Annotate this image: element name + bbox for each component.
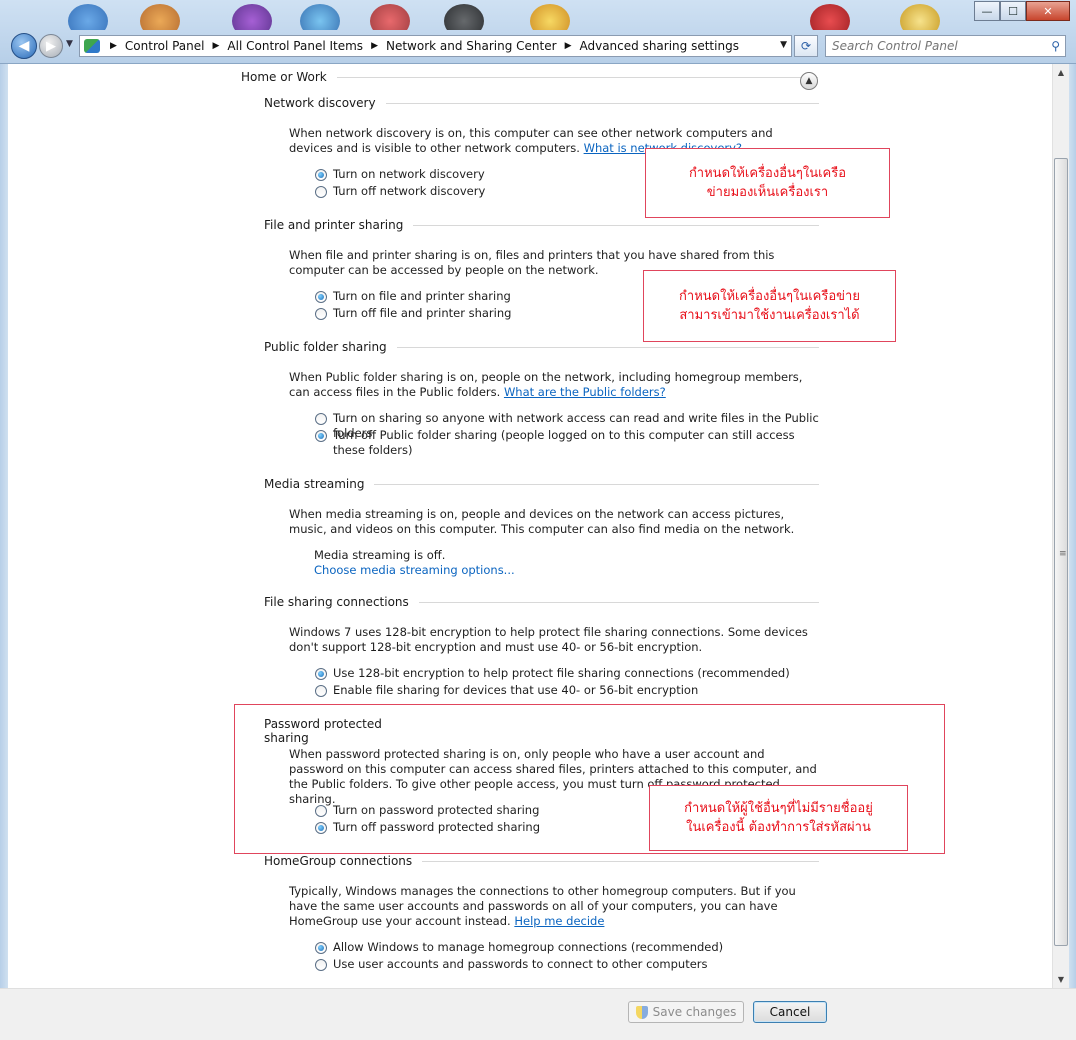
divider xyxy=(374,483,819,485)
divider xyxy=(396,346,819,348)
radio-selected-icon[interactable] xyxy=(315,169,327,181)
window-frame-left xyxy=(0,64,8,988)
section-file-sharing-connections: File sharing connections xyxy=(264,595,819,609)
section-description: Typically, Windows manages the connectio… xyxy=(289,884,796,928)
annotation-file-sharing: กำหนดให้เครื่องอื่นๆในเครือข่าย สามารเข้… xyxy=(643,270,896,342)
navigation-bar: ◀ ▶ ▼ ▶ Control Panel ▶ All Control Pane… xyxy=(0,31,1076,61)
divider xyxy=(418,601,819,603)
search-input[interactable] xyxy=(832,36,1042,56)
divider xyxy=(413,224,819,226)
recent-pages-icon[interactable]: ▼ xyxy=(66,39,73,49)
vertical-scrollbar[interactable]: ▲ ≡ ▼ xyxy=(1052,64,1069,988)
breadcrumb: ▶ Control Panel ▶ All Control Panel Item… xyxy=(106,39,739,54)
breadcrumb-network-center[interactable]: Network and Sharing Center xyxy=(386,39,557,54)
divider xyxy=(422,860,819,862)
section-description: Windows 7 uses 128-bit encryption to hel… xyxy=(289,625,808,654)
radio-selected-icon[interactable] xyxy=(315,291,327,303)
section-title: Media streaming xyxy=(264,477,365,491)
radio-windows-manage-homegroup[interactable]: Allow Windows to manage homegroup connec… xyxy=(314,940,824,955)
annotation-password-sharing: กำหนดให้ผู้ใช้อื่นๆที่ไม่มีรายชื่ออยู่ ใ… xyxy=(649,785,908,851)
breadcrumb-separator-icon[interactable]: ▶ xyxy=(110,39,117,54)
window-frame-right xyxy=(1069,64,1076,988)
breadcrumb-advanced-sharing[interactable]: Advanced sharing settings xyxy=(579,39,738,54)
breadcrumb-separator-icon[interactable]: ▶ xyxy=(371,39,378,54)
section-public-folder-sharing: Public folder sharing xyxy=(264,340,819,354)
section-title: Public folder sharing xyxy=(264,340,387,354)
radio-public-sharing-off[interactable]: Turn off Public folder sharing (people l… xyxy=(314,428,814,458)
section-media-streaming: Media streaming xyxy=(264,477,819,491)
radio-40-56bit-encryption[interactable]: Enable file sharing for devices that use… xyxy=(314,683,824,698)
media-streaming-status: Media streaming is off. xyxy=(314,548,446,562)
save-changes-button[interactable]: Save changes xyxy=(628,1001,744,1023)
back-button[interactable]: ◀ xyxy=(11,33,37,59)
radio-selected-icon[interactable] xyxy=(315,430,327,442)
cancel-button[interactable]: Cancel xyxy=(753,1001,827,1023)
radio-user-accounts-homegroup[interactable]: Use user accounts and passwords to conne… xyxy=(314,957,824,972)
refresh-button[interactable]: ⟳ xyxy=(794,35,818,57)
breadcrumb-separator-icon[interactable]: ▶ xyxy=(213,39,220,54)
radio-128bit-encryption[interactable]: Use 128-bit encryption to help protect f… xyxy=(314,666,824,681)
profile-header: Home or Work xyxy=(241,70,818,84)
divider xyxy=(385,102,819,104)
breadcrumb-separator-icon[interactable]: ▶ xyxy=(565,39,572,54)
close-button[interactable]: ✕ xyxy=(1026,1,1070,21)
section-title: File sharing connections xyxy=(264,595,409,609)
public-folders-help-link[interactable]: What are the Public folders? xyxy=(504,385,666,399)
collapse-profile-button[interactable]: ▲ xyxy=(800,72,818,90)
scrollbar-thumb[interactable]: ≡ xyxy=(1054,158,1068,946)
footer-bar: Save changes Cancel xyxy=(0,988,1076,1040)
desktop-icon-strip xyxy=(0,0,960,30)
radio-unselected-icon[interactable] xyxy=(315,959,327,971)
divider xyxy=(336,76,818,78)
radio-unselected-icon[interactable] xyxy=(315,685,327,697)
radio-selected-icon[interactable] xyxy=(315,942,327,954)
search-box: ⚲ xyxy=(825,35,1066,57)
section-title: File and printer sharing xyxy=(264,218,404,232)
radio-unselected-icon[interactable] xyxy=(315,413,327,425)
section-description: When media streaming is on, people and d… xyxy=(289,507,795,536)
window-chrome: — ☐ ✕ ◀ ▶ ▼ ▶ Control Panel ▶ All Contro… xyxy=(0,0,1076,64)
settings-content: Home or Work ▲ Network discovery When ne… xyxy=(8,64,1052,988)
breadcrumb-control-panel[interactable]: Control Panel xyxy=(125,39,205,54)
section-network-discovery: Network discovery xyxy=(264,96,819,110)
maximize-button[interactable]: ☐ xyxy=(1000,1,1026,21)
grip-icon: ≡ xyxy=(1059,549,1067,559)
section-title: HomeGroup connections xyxy=(264,854,413,868)
uac-shield-icon xyxy=(635,1005,648,1019)
search-icon[interactable]: ⚲ xyxy=(1051,39,1060,53)
section-title: Network discovery xyxy=(264,96,376,110)
section-file-printer-sharing: File and printer sharing xyxy=(264,218,819,232)
radio-unselected-icon[interactable] xyxy=(315,308,327,320)
annotation-network-discovery: กำหนดให้เครื่องอื่นๆในเครือ ข่ายมองเห็นเ… xyxy=(645,148,890,218)
homegroup-help-link[interactable]: Help me decide xyxy=(514,914,604,928)
control-panel-icon xyxy=(84,39,100,53)
scroll-up-icon[interactable]: ▲ xyxy=(1053,64,1069,81)
minimize-button[interactable]: — xyxy=(974,1,1000,21)
radio-selected-icon[interactable] xyxy=(315,668,327,680)
section-homegroup-connections: HomeGroup connections xyxy=(264,854,819,868)
breadcrumb-all-items[interactable]: All Control Panel Items xyxy=(227,39,363,54)
address-bar[interactable]: ▶ Control Panel ▶ All Control Panel Item… xyxy=(79,35,792,57)
section-description: When Public folder sharing is on, people… xyxy=(289,370,803,399)
forward-button[interactable]: ▶ xyxy=(39,34,63,58)
media-streaming-options-link[interactable]: Choose media streaming options... xyxy=(314,563,515,577)
chevron-down-icon[interactable]: ▼ xyxy=(780,40,787,50)
profile-title: Home or Work xyxy=(241,70,327,84)
window-controls: — ☐ ✕ xyxy=(974,1,1070,21)
radio-unselected-icon[interactable] xyxy=(315,186,327,198)
scroll-down-icon[interactable]: ▼ xyxy=(1053,971,1069,988)
